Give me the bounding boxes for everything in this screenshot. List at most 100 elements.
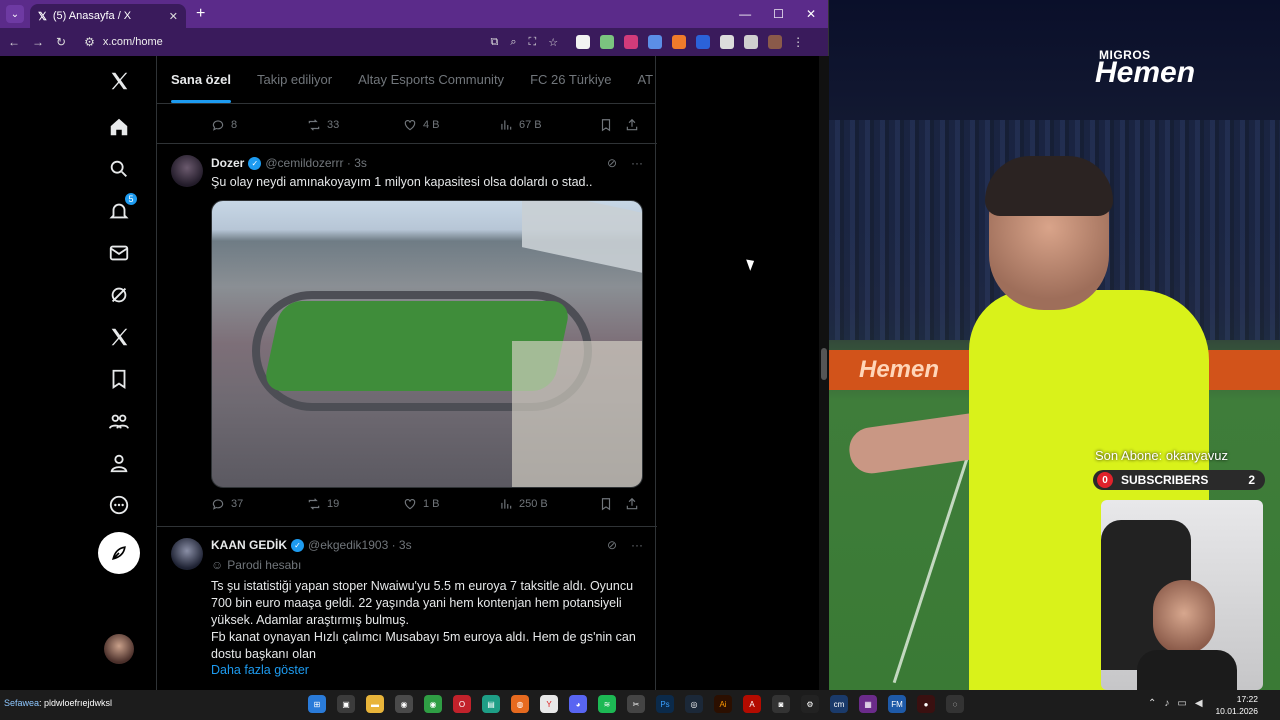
like-button[interactable]: 4 B [403,118,499,132]
tab-search-button[interactable]: ⌄ [6,5,24,23]
app-fm-icon[interactable]: FM [888,695,906,713]
tweet-author-avatar[interactable] [171,155,203,187]
settings-icon[interactable]: ⚙ [801,695,819,713]
app-cm-icon[interactable]: cm [830,695,848,713]
repost-button[interactable]: 19 [307,497,403,511]
acrobat-icon[interactable]: A [743,695,761,713]
file-explorer-icon[interactable]: ▬ [366,695,384,713]
start-icon[interactable]: ⊞ [308,695,326,713]
microphone-icon[interactable]: ♪ [1164,698,1169,709]
reply-button[interactable]: 8 [211,118,307,132]
home-icon[interactable] [106,114,132,140]
share-button[interactable] [625,497,639,511]
extension-icon[interactable] [576,35,591,49]
back-icon[interactable]: ← [8,35,20,49]
profile-avatar[interactable] [768,35,783,49]
firefox-icon[interactable]: ◍ [511,695,529,713]
bookmarks-icon[interactable] [106,366,132,392]
system-clock[interactable]: 17:22 10.01.2026 [1215,693,1258,717]
zoom-icon[interactable]: ⌕ [510,36,516,49]
communities-icon[interactable] [106,408,132,434]
tab-for-you[interactable]: Sana özel [171,72,231,103]
close-tab-icon[interactable]: ✕ [169,10,178,23]
photoshop-icon[interactable]: Ps [656,695,674,713]
notifications-icon[interactable]: 5 [106,192,138,224]
grok-explain-icon[interactable]: ⊘ [607,156,617,170]
install-icon[interactable]: ⧉ [490,36,498,49]
tweet-author-name[interactable]: Dozer [211,156,244,170]
tweet-previous[interactable]: 8 33 4 B 67 B [157,104,657,144]
maximize-button[interactable]: ☐ [773,7,784,21]
tab-fc26-turkiye[interactable]: FC 26 Türkiye [530,72,611,87]
extension-icon[interactable] [624,35,639,49]
reply-button[interactable]: 37 [211,497,307,511]
extension-icon[interactable] [672,35,687,49]
repost-button[interactable]: 33 [307,118,403,132]
tweet-author-name[interactable]: KAAN GEDİK [211,538,287,552]
yandex-icon[interactable]: Y [540,695,558,713]
post-button[interactable] [98,532,140,574]
opera-icon[interactable]: O [453,695,471,713]
tab-more[interactable]: AT [637,72,653,87]
tweet-author-avatar[interactable] [171,538,203,570]
page-scrollbar[interactable] [819,56,829,690]
camera-icon[interactable]: ◙ [772,695,790,713]
translate-icon[interactable]: ⛶ [528,36,536,49]
network-icon[interactable]: ▭ [1177,698,1186,709]
bookmark-star-icon[interactable]: ☆ [548,36,558,49]
reload-icon[interactable]: ↻ [56,35,66,49]
volume-icon[interactable]: ◀ [1195,698,1203,709]
explore-icon[interactable] [106,156,132,182]
bookmark-button[interactable] [599,497,625,511]
show-more-link[interactable]: Daha fazla göster [211,662,641,679]
site-info-icon[interactable]: ⚙ [84,35,95,49]
close-window-button[interactable]: ✕ [806,7,816,21]
tweet-author-handle[interactable]: @cemildozerrr · 3s [265,156,367,170]
grok-icon[interactable] [106,282,132,308]
views-button[interactable]: 67 B [499,118,599,132]
address-bar[interactable]: ⚙ x.com/home ⧉ ⌕ ⛶ ☆ [78,31,558,53]
new-tab-button[interactable]: + [196,5,205,23]
scrollbar-thumb[interactable] [821,348,827,380]
capcut-icon[interactable]: ✂ [627,695,645,713]
grok-explain-icon[interactable]: ⊘ [607,538,617,552]
like-button[interactable]: 1 B [403,497,499,511]
app-icon[interactable]: ▦ [859,695,877,713]
bookmark-button[interactable] [599,118,625,132]
illustrator-icon[interactable]: Ai [714,695,732,713]
extension-icon[interactable] [600,35,615,49]
extension-icon[interactable] [648,35,663,49]
app-icon[interactable]: ◌ [946,695,964,713]
tweet[interactable]: KAAN GEDİK ✓ @ekgedik1903 · 3s ⊘ ··· ☺ P… [157,528,657,690]
discord-icon[interactable]: ◕ [569,695,587,713]
premium-x-icon[interactable] [106,324,132,350]
browser-menu-icon[interactable]: ⋮ [792,35,806,49]
messages-icon[interactable] [106,240,132,266]
browser-tab[interactable]: 𝕏 (5) Anasayfa / X ✕ [30,4,186,28]
forward-icon[interactable]: → [32,35,44,49]
more-icon[interactable] [106,492,132,518]
more-options-icon[interactable]: ··· [631,156,643,170]
tab-following[interactable]: Takip ediliyor [257,72,332,87]
profile-icon[interactable] [106,450,132,476]
x-logo-icon[interactable] [106,68,132,94]
chrome-icon[interactable]: ◉ [424,695,442,713]
minimize-button[interactable]: — [739,7,751,21]
more-options-icon[interactable]: ··· [631,538,643,552]
tweet-author-handle[interactable]: @ekgedik1903 · 3s [308,538,412,552]
spotify-icon[interactable]: ≋ [598,695,616,713]
tweet-image-stadium[interactable] [211,200,643,488]
task-view-icon[interactable]: ▣ [337,695,355,713]
media-icon[interactable] [744,35,759,49]
share-button[interactable] [625,118,639,132]
account-avatar[interactable] [104,634,134,664]
app-icon[interactable]: ▤ [482,695,500,713]
tray-overflow-icon[interactable]: ⌃ [1148,698,1156,709]
extensions-puzzle-icon[interactable] [720,35,735,49]
tweet[interactable]: Dozer ✓ @cemildozerrr · 3s ⊘ ··· Şu olay… [157,145,657,527]
chrome-active-icon[interactable]: ◉ [395,695,413,713]
extension-icon[interactable] [696,35,711,49]
steam-icon[interactable]: ◎ [685,695,703,713]
tab-altay-esports[interactable]: Altay Esports Community [358,72,504,87]
obs-icon[interactable]: ● [917,695,935,713]
